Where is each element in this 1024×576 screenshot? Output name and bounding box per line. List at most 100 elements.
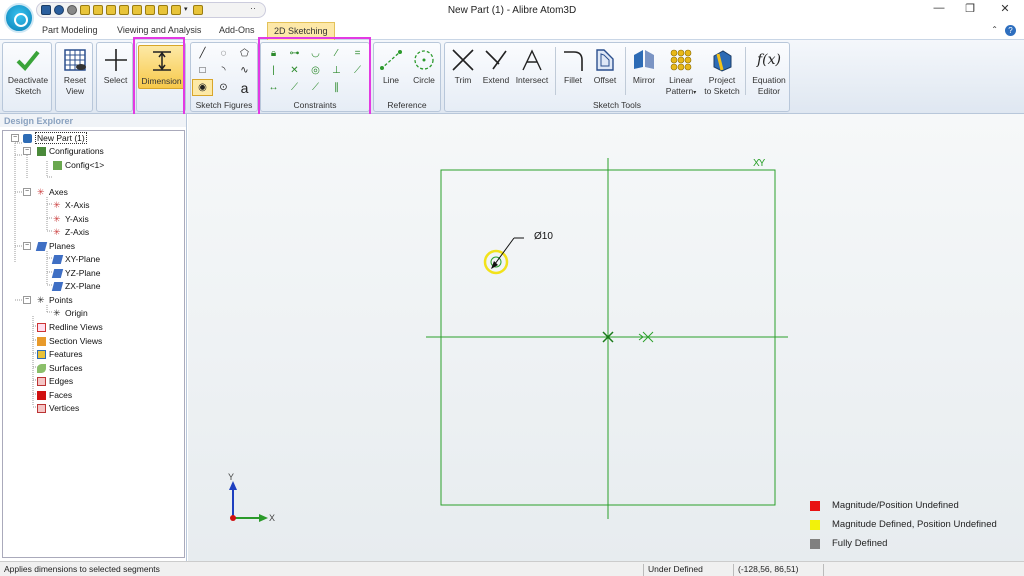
window-title: New Part (1) - Alibre Atom3D (447, 5, 577, 16)
tree-node-surfaces[interactable]: Surfaces (37, 362, 83, 374)
reset-label-1: Reset (63, 75, 87, 85)
select-button[interactable]: Select (99, 45, 132, 86)
line-tool-icon[interactable]: ╱ (192, 45, 213, 62)
maximize-button[interactable]: ❐ (955, 2, 985, 18)
expander-configurations[interactable]: − (23, 147, 31, 155)
trim-button[interactable]: Trim (448, 45, 478, 86)
tab-viewing-analysis[interactable]: Viewing and Analysis (117, 25, 201, 35)
origin-icon: ✳ (53, 307, 61, 318)
expander-new-part[interactable]: − (11, 134, 19, 142)
tangent-arc-icon[interactable]: ◝ (213, 62, 234, 79)
tree-node-z-axis[interactable]: ✳ Z-Axis (53, 226, 89, 238)
fillet-label: Fillet (564, 75, 582, 85)
tree-node-configurations[interactable]: Configurations (37, 145, 104, 157)
circle-label: Circle (413, 75, 435, 85)
project-label-1: Project (708, 75, 736, 85)
tree-label-xy-plane: XY-Plane (65, 254, 101, 264)
legend-label-undefined: Magnitude/Position Undefined (832, 500, 959, 511)
fillet-icon (564, 51, 583, 71)
tree-label-planes: Planes (49, 241, 75, 251)
deactivate-label-1: Deactivate (7, 75, 49, 85)
tree-node-new-part[interactable]: New Part (1) (23, 132, 87, 144)
tree-node-origin[interactable]: ✳ Origin (53, 307, 88, 319)
tree-node-y-axis[interactable]: ✳ Y-Axis (53, 213, 89, 225)
redline-views-icon (37, 322, 46, 332)
collapse-ribbon-icon[interactable]: ⌃ (991, 25, 998, 34)
equation-editor-button[interactable]: f(x) Equation Editor (749, 45, 789, 97)
planes-icon (35, 241, 48, 251)
project-to-sketch-button[interactable]: Project to Sketch (702, 45, 742, 97)
legend-item-magnitude-defined: Magnitude Defined, Position Undefined (810, 519, 997, 530)
sketch-canvas[interactable]: Ø10 Y X XY Magnitude/Position Undefined … (188, 114, 1024, 561)
config-icon (53, 160, 62, 170)
linear-dropdown-icon[interactable]: ▾ (693, 90, 696, 96)
tree-node-edges[interactable]: Edges (37, 375, 73, 387)
z-axis-icon: ✳ (53, 226, 61, 237)
tree-node-redline-views[interactable]: Redline Views (37, 321, 103, 333)
tab-add-ons[interactable]: Add-Ons (219, 25, 255, 35)
tree-node-x-axis[interactable]: ✳ X-Axis (53, 199, 90, 211)
linear-label-1: Linear (669, 75, 693, 85)
tools-divider (555, 47, 556, 95)
tab-part-modeling[interactable]: Part Modeling (42, 25, 98, 35)
axes-icon: ✳ (37, 186, 45, 197)
ref-circle-icon (414, 50, 434, 70)
reference-label: Reference (387, 100, 427, 110)
expander-planes[interactable]: − (23, 242, 31, 250)
configurations-icon (37, 146, 46, 156)
dimension-label[interactable]: Ø10 (534, 231, 553, 242)
tree-label-edges: Edges (49, 376, 74, 386)
tree-node-faces[interactable]: Faces (37, 389, 72, 401)
expander-points[interactable]: − (23, 296, 31, 304)
project-to-sketch-icon (713, 50, 732, 72)
features-icon (37, 349, 46, 359)
reset-view-button[interactable]: Reset View (58, 45, 92, 97)
tree-node-planes[interactable]: Planes (35, 240, 75, 252)
linear-pattern-button[interactable]: Linear Pattern▾ (663, 45, 699, 99)
arc-tool-icon[interactable]: ◌ (213, 45, 234, 62)
reference-line-button[interactable]: Line (376, 45, 406, 86)
text-tool-icon[interactable]: a (234, 79, 255, 96)
tree-node-vertices[interactable]: Vertices (37, 402, 79, 414)
crosshair-icon (104, 49, 127, 71)
expander-axes[interactable]: − (23, 188, 31, 196)
app-menu-logo[interactable] (4, 3, 34, 33)
tree-label-surfaces: Surfaces (49, 363, 83, 373)
tree-node-section-views[interactable]: Section Views (37, 335, 102, 347)
equation-label-1: Equation (752, 75, 786, 85)
polygon-tool-icon[interactable]: ⬠ (234, 45, 255, 62)
tree-label-new-part: New Part (1) (35, 132, 87, 144)
minimize-button[interactable]: — (924, 2, 954, 18)
design-explorer-title: Design Explorer (0, 114, 186, 127)
x-axis-icon: ✳ (53, 199, 61, 210)
ellipse-tool-icon[interactable]: ⊙ (213, 79, 234, 96)
intersect-button[interactable]: Intersect (513, 45, 551, 86)
tree-node-xy-plane[interactable]: XY-Plane (51, 253, 101, 265)
close-button[interactable]: ✕ (990, 2, 1020, 18)
deactivate-sketch-button[interactable]: Deactivate Sketch (5, 45, 51, 97)
zx-plane-icon (51, 281, 64, 291)
tree-node-yz-plane[interactable]: YZ-Plane (51, 267, 100, 279)
yz-plane-icon (51, 268, 64, 278)
extend-button[interactable]: Extend (480, 45, 512, 86)
title-bar: ▾ ·· New Part (1) - Alibre Atom3D — ❐ ✕ (0, 0, 1024, 22)
circle-tool-icon[interactable]: ◉ (192, 79, 213, 96)
legend-item-undefined: Magnitude/Position Undefined (810, 500, 959, 511)
help-icon[interactable]: ? (1005, 25, 1016, 36)
tree-node-points[interactable]: ✳ Points (37, 294, 73, 306)
trim-label: Trim (454, 75, 472, 85)
reference-circle-button[interactable]: Circle (409, 45, 439, 86)
tree-node-axes[interactable]: ✳ Axes (37, 186, 68, 198)
mirror-button[interactable]: Mirror (629, 45, 659, 86)
rectangle-tool-icon[interactable]: □ (192, 62, 213, 79)
tree-label-section-views: Section Views (49, 336, 103, 346)
tree-node-zx-plane[interactable]: ZX-Plane (51, 280, 100, 292)
tree-node-config-1[interactable]: Config<1> (53, 159, 104, 171)
tree-label-axes: Axes (49, 187, 68, 197)
spline-tool-icon[interactable]: ∿ (234, 62, 255, 79)
fillet-button[interactable]: Fillet (559, 45, 587, 86)
tree-label-faces: Faces (49, 390, 73, 400)
offset-button[interactable]: Offset (590, 45, 620, 86)
tree-label-redline-views: Redline Views (49, 322, 103, 332)
tree-node-features[interactable]: Features (37, 348, 83, 360)
